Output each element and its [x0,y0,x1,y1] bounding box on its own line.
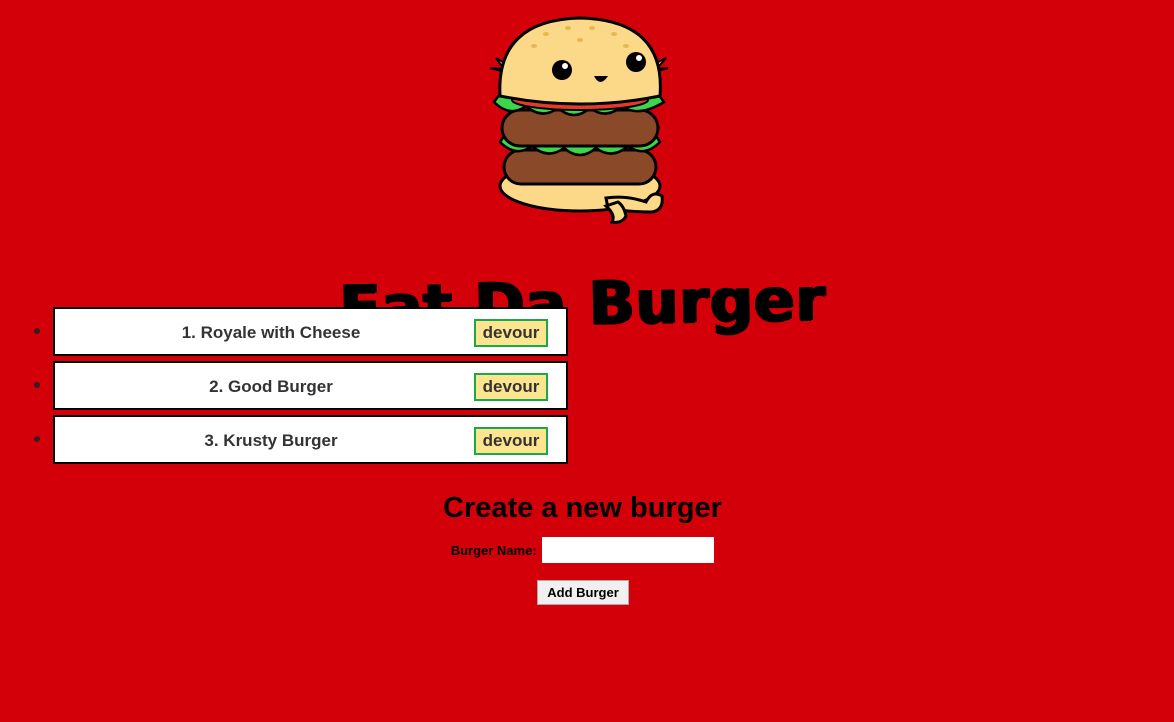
devour-button[interactable]: devour [474,373,548,401]
bullet-icon [34,328,40,334]
bullet-icon [34,436,40,442]
burger-mascot-logo [489,16,669,224]
burger-name: 3. Krusty Burger [204,431,338,450]
burger-card: 1. Royale with Cheese devour [53,307,568,356]
burger-name: 2. Good Burger [209,377,333,396]
burger-card: 3. Krusty Burger devour [53,415,568,464]
add-burger-button[interactable]: Add Burger [537,580,629,605]
burger-name-form-row: Burger Name: [0,537,1165,563]
devour-button[interactable]: devour [474,319,548,347]
bullet-icon [34,382,40,388]
burger-card: 2. Good Burger devour [53,361,568,410]
burger-name-label: Burger Name: [450,542,537,558]
burger-name-input[interactable] [542,537,715,563]
burger-name: 1. Royale with Cheese [181,323,361,342]
page: Eat Da Burger 1. Royale with Cheese devo… [0,0,1174,722]
create-burger-heading: Create a new burger [443,492,722,524]
devour-button[interactable]: devour [474,427,548,455]
